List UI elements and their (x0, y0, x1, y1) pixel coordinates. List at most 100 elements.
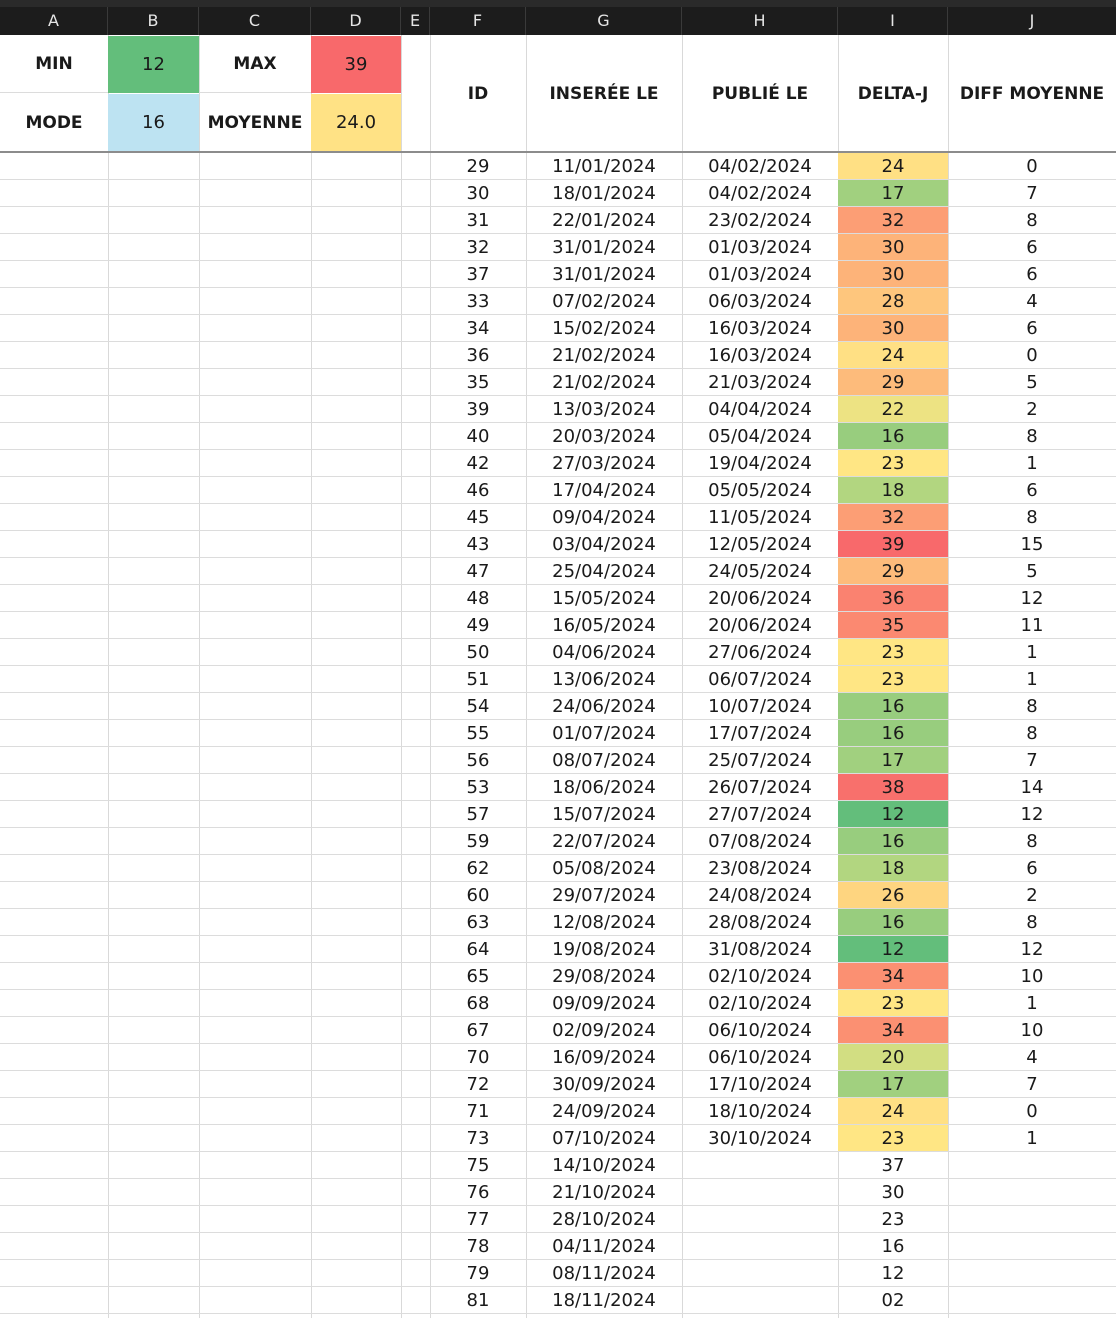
row-40-id-cell[interactable]: 78 (430, 1233, 526, 1259)
row-8-delta-cell[interactable]: 29 (838, 369, 948, 395)
row-13-inserted-cell[interactable]: 09/04/2024 (526, 504, 682, 530)
row-10-delta-cell[interactable]: 16 (838, 423, 948, 449)
row-29-delta-cell[interactable]: 12 (838, 936, 948, 962)
max-value-cell[interactable]: 39 (311, 36, 401, 93)
row-2-id-cell[interactable]: 31 (430, 207, 526, 233)
row-3-diff-cell[interactable]: 6 (948, 234, 1116, 260)
row-14-diff-cell[interactable]: 15 (948, 531, 1116, 557)
header-id[interactable]: ID (430, 36, 526, 151)
row-26-published-cell[interactable]: 23/08/2024 (682, 855, 838, 881)
row-30-inserted-cell[interactable]: 29/08/2024 (526, 963, 682, 989)
row-12-delta-cell[interactable]: 18 (838, 477, 948, 503)
row-3-delta-cell[interactable]: 30 (838, 234, 948, 260)
row-42-inserted-cell[interactable]: 18/11/2024 (526, 1287, 682, 1313)
row-22-id-cell[interactable]: 56 (430, 747, 526, 773)
column-header-e[interactable]: E (401, 7, 430, 35)
row-24-delta-cell[interactable]: 12 (838, 801, 948, 827)
row-18-published-cell[interactable]: 27/06/2024 (682, 639, 838, 665)
row-13-diff-cell[interactable]: 8 (948, 504, 1116, 530)
row-6-id-cell[interactable]: 34 (430, 315, 526, 341)
row-39-published-cell[interactable] (682, 1206, 838, 1232)
row-30-delta-cell[interactable]: 34 (838, 963, 948, 989)
row-32-published-cell[interactable]: 06/10/2024 (682, 1017, 838, 1043)
row-12-inserted-cell[interactable]: 17/04/2024 (526, 477, 682, 503)
row-34-diff-cell[interactable]: 7 (948, 1071, 1116, 1097)
row-5-id-cell[interactable]: 33 (430, 288, 526, 314)
row-11-inserted-cell[interactable]: 27/03/2024 (526, 450, 682, 476)
row-10-published-cell[interactable]: 05/04/2024 (682, 423, 838, 449)
row-20-diff-cell[interactable]: 8 (948, 693, 1116, 719)
row-42-diff-cell[interactable] (948, 1287, 1116, 1313)
row-25-delta-cell[interactable]: 16 (838, 828, 948, 854)
row-3-published-cell[interactable]: 01/03/2024 (682, 234, 838, 260)
row-2-diff-cell[interactable]: 8 (948, 207, 1116, 233)
row-0-published-cell[interactable]: 04/02/2024 (682, 153, 838, 179)
row-1-inserted-cell[interactable]: 18/01/2024 (526, 180, 682, 206)
row-41-published-cell[interactable] (682, 1260, 838, 1286)
row-33-delta-cell[interactable]: 20 (838, 1044, 948, 1070)
row-18-diff-cell[interactable]: 1 (948, 639, 1116, 665)
row-9-inserted-cell[interactable]: 13/03/2024 (526, 396, 682, 422)
min-label[interactable]: MIN (0, 36, 108, 93)
row-20-published-cell[interactable]: 10/07/2024 (682, 693, 838, 719)
row-39-diff-cell[interactable] (948, 1206, 1116, 1232)
column-header-f[interactable]: F (430, 7, 526, 35)
row-34-inserted-cell[interactable]: 30/09/2024 (526, 1071, 682, 1097)
column-header-c[interactable]: C (199, 7, 311, 35)
row-25-published-cell[interactable]: 07/08/2024 (682, 828, 838, 854)
row-15-diff-cell[interactable]: 5 (948, 558, 1116, 584)
row-6-inserted-cell[interactable]: 15/02/2024 (526, 315, 682, 341)
row-22-diff-cell[interactable]: 7 (948, 747, 1116, 773)
row-30-diff-cell[interactable]: 10 (948, 963, 1116, 989)
row-8-published-cell[interactable]: 21/03/2024 (682, 369, 838, 395)
row-1-delta-cell[interactable]: 17 (838, 180, 948, 206)
row-16-diff-cell[interactable]: 12 (948, 585, 1116, 611)
row-42-id-cell[interactable]: 81 (430, 1287, 526, 1313)
row-21-diff-cell[interactable]: 8 (948, 720, 1116, 746)
row-24-id-cell[interactable]: 57 (430, 801, 526, 827)
row-7-delta-cell[interactable]: 24 (838, 342, 948, 368)
row-38-inserted-cell[interactable]: 21/10/2024 (526, 1179, 682, 1205)
row-3-id-cell[interactable]: 32 (430, 234, 526, 260)
row-37-inserted-cell[interactable]: 14/10/2024 (526, 1152, 682, 1178)
row-10-id-cell[interactable]: 40 (430, 423, 526, 449)
row-32-delta-cell[interactable]: 34 (838, 1017, 948, 1043)
row-17-inserted-cell[interactable]: 16/05/2024 (526, 612, 682, 638)
row-36-delta-cell[interactable]: 23 (838, 1125, 948, 1151)
row-22-delta-cell[interactable]: 17 (838, 747, 948, 773)
row-31-diff-cell[interactable]: 1 (948, 990, 1116, 1016)
row-16-inserted-cell[interactable]: 15/05/2024 (526, 585, 682, 611)
row-5-published-cell[interactable]: 06/03/2024 (682, 288, 838, 314)
row-20-delta-cell[interactable]: 16 (838, 693, 948, 719)
row-26-diff-cell[interactable]: 6 (948, 855, 1116, 881)
row-17-diff-cell[interactable]: 11 (948, 612, 1116, 638)
row-23-inserted-cell[interactable]: 18/06/2024 (526, 774, 682, 800)
row-23-diff-cell[interactable]: 14 (948, 774, 1116, 800)
row-34-delta-cell[interactable]: 17 (838, 1071, 948, 1097)
row-0-diff-cell[interactable]: 0 (948, 153, 1116, 179)
row-35-id-cell[interactable]: 71 (430, 1098, 526, 1124)
row-31-published-cell[interactable]: 02/10/2024 (682, 990, 838, 1016)
row-15-delta-cell[interactable]: 29 (838, 558, 948, 584)
row-27-delta-cell[interactable]: 26 (838, 882, 948, 908)
row-25-inserted-cell[interactable]: 22/07/2024 (526, 828, 682, 854)
row-11-published-cell[interactable]: 19/04/2024 (682, 450, 838, 476)
row-29-inserted-cell[interactable]: 19/08/2024 (526, 936, 682, 962)
row-33-published-cell[interactable]: 06/10/2024 (682, 1044, 838, 1070)
average-value-cell[interactable]: 24.0 (311, 94, 401, 151)
row-39-delta-cell[interactable]: 23 (838, 1206, 948, 1232)
row-8-diff-cell[interactable]: 5 (948, 369, 1116, 395)
row-2-delta-cell[interactable]: 32 (838, 207, 948, 233)
row-3-inserted-cell[interactable]: 31/01/2024 (526, 234, 682, 260)
row-25-id-cell[interactable]: 59 (430, 828, 526, 854)
row-36-diff-cell[interactable]: 1 (948, 1125, 1116, 1151)
row-14-published-cell[interactable]: 12/05/2024 (682, 531, 838, 557)
row-17-published-cell[interactable]: 20/06/2024 (682, 612, 838, 638)
row-9-id-cell[interactable]: 39 (430, 396, 526, 422)
row-11-diff-cell[interactable]: 1 (948, 450, 1116, 476)
row-28-id-cell[interactable]: 63 (430, 909, 526, 935)
row-5-diff-cell[interactable]: 4 (948, 288, 1116, 314)
row-31-id-cell[interactable]: 68 (430, 990, 526, 1016)
row-28-published-cell[interactable]: 28/08/2024 (682, 909, 838, 935)
row-14-id-cell[interactable]: 43 (430, 531, 526, 557)
